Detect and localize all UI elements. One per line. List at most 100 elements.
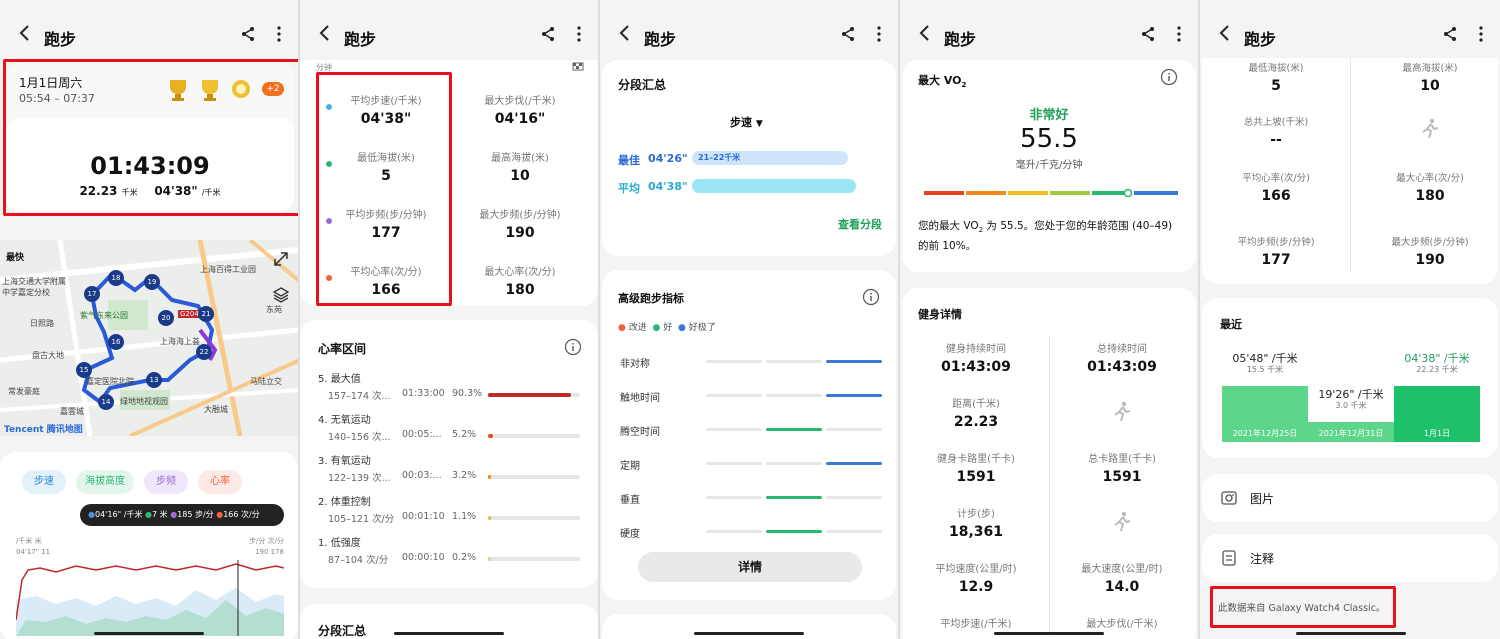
panel-summary: 跑步 1月1日周六 05:54 – 07:37 +2 01:43:09 22.2… bbox=[0, 0, 298, 639]
app-header: 跑步 bbox=[300, 18, 598, 52]
highlight-box bbox=[3, 59, 298, 216]
share-icon[interactable] bbox=[1442, 26, 1458, 42]
notes-row[interactable]: 注释 bbox=[1202, 534, 1498, 582]
more-options-icon[interactable] bbox=[276, 25, 282, 43]
recent-workout[interactable]: 04'38" /千米 22.23 千米 1月1日 bbox=[1394, 298, 1480, 458]
share-icon[interactable] bbox=[1140, 26, 1156, 42]
info-icon[interactable] bbox=[564, 338, 582, 356]
metric-label: 非对称 bbox=[620, 359, 650, 370]
hr-zone-row[interactable]: 4. 无氧运动 140–156 次... 00:05:... 5.2% bbox=[318, 411, 580, 447]
app-header: 跑步 bbox=[1200, 18, 1500, 52]
hr-zone-row[interactable]: 5. 最大值 157–174 次... 01:33:00 90.3% bbox=[318, 370, 580, 406]
detail-label: 平均步速(/千米) bbox=[940, 619, 1012, 630]
next-card-peek bbox=[602, 614, 896, 639]
fitness-details-title: 健身详情 bbox=[918, 308, 962, 321]
metric-label: 硬度 bbox=[620, 529, 640, 540]
fitness-detail-cell: 计步(步) 18,361 bbox=[906, 505, 1046, 540]
axis-right-value: 190 178 bbox=[255, 548, 284, 556]
best-label: 最佳 bbox=[618, 154, 640, 167]
advanced-metric-row[interactable]: 硬度 bbox=[620, 524, 882, 540]
chip-heart-rate[interactable]: 心率 bbox=[198, 470, 242, 494]
back-arrow-icon[interactable] bbox=[914, 22, 936, 44]
map-layers-icon[interactable] bbox=[272, 286, 290, 304]
metric-cell: 最大步频(步/分钟) 190 bbox=[1360, 234, 1500, 268]
share-icon[interactable] bbox=[240, 26, 256, 42]
route-map[interactable]: 最快 上海交通大学附属中学嘉定分校 日照路 紫气东来公园 盘古大地 常发豪庭 嘉… bbox=[0, 240, 298, 436]
advanced-metric-row[interactable]: 定期 bbox=[620, 456, 882, 472]
map-place: 盘古大地 bbox=[32, 351, 64, 360]
level-segment bbox=[706, 394, 762, 397]
advanced-metric-row[interactable]: 腾空时间 bbox=[620, 422, 882, 438]
level-segment bbox=[766, 462, 822, 465]
notes-icon bbox=[1222, 550, 1236, 566]
hr-zone-row[interactable]: 3. 有氧运动 122–139 次... 00:03:... 3.2% bbox=[318, 452, 580, 488]
level-segment bbox=[766, 496, 822, 499]
expand-map-icon[interactable] bbox=[272, 250, 290, 268]
details-button[interactable]: 详情 bbox=[638, 552, 862, 582]
zone-time: 00:03:... bbox=[402, 470, 442, 481]
more-options-icon[interactable] bbox=[876, 25, 882, 43]
page-title: 跑步 bbox=[944, 30, 977, 49]
chip-pace[interactable]: 步速 bbox=[22, 470, 66, 494]
metric-value: -- bbox=[1270, 132, 1282, 148]
zone-name: 3. 有氧运动 bbox=[318, 456, 371, 467]
level-segment bbox=[766, 360, 822, 363]
nav-handle[interactable] bbox=[1296, 632, 1406, 635]
back-arrow-icon[interactable] bbox=[314, 22, 336, 44]
view-segments-link[interactable]: 查看分段 bbox=[838, 216, 882, 232]
level-segment bbox=[826, 360, 882, 363]
detail-label: 平均速度(公里/时) bbox=[935, 564, 1017, 575]
images-row[interactable]: 图片 bbox=[1202, 474, 1498, 522]
notes-label: 注释 bbox=[1250, 552, 1275, 566]
recent-distance: 3.0 千米 bbox=[1335, 401, 1367, 410]
chip-altitude[interactable]: 海拔高度 bbox=[76, 470, 134, 494]
info-icon[interactable] bbox=[862, 288, 880, 306]
route-marker: 16 bbox=[108, 334, 124, 350]
recent-workout[interactable]: 19'26" /千米 3.0 千米 2021年12月31日 bbox=[1308, 298, 1394, 458]
detail-label: 总卡路里(千卡) bbox=[1088, 454, 1156, 465]
zone-bar-track bbox=[488, 557, 580, 561]
level-legend: ● 改进 ● 好 ● 好极了 bbox=[618, 323, 716, 333]
multi-series-chart[interactable] bbox=[16, 560, 284, 636]
tooltip-cadence: 185 步/分 bbox=[177, 510, 214, 519]
metric-value: 10 bbox=[1420, 78, 1440, 94]
fastest-label: 最快 bbox=[6, 253, 25, 263]
map-place: 东苑 bbox=[266, 305, 282, 314]
recent-workout[interactable]: 05'48" /千米 15.5 千米 2021年12月25日 bbox=[1222, 298, 1308, 458]
nav-handle[interactable] bbox=[94, 632, 204, 635]
share-icon[interactable] bbox=[840, 26, 856, 42]
level-segment bbox=[766, 428, 822, 431]
nav-handle[interactable] bbox=[694, 632, 804, 635]
metric-dropdown[interactable]: 步速 ▼ bbox=[730, 114, 763, 130]
hr-zone-row[interactable]: 2. 体重控制 105–121 次/分 00:01:10 1.1% bbox=[318, 493, 580, 529]
hr-zone-row[interactable]: 1. 低强度 87–104 次/分 00:00:10 0.2% bbox=[318, 534, 580, 570]
zone-range: 140–156 次... bbox=[328, 432, 391, 443]
fitness-details-card: 健身详情 健身持续时间 01:43:09 总持续时间 01:43:09 距离(千米) 22… bbox=[902, 288, 1196, 639]
level-segment bbox=[706, 496, 762, 499]
level-segment bbox=[706, 428, 762, 431]
back-arrow-icon[interactable] bbox=[614, 22, 636, 44]
finish-flag-icon bbox=[572, 62, 584, 71]
page-title: 跑步 bbox=[344, 30, 377, 49]
advanced-metric-row[interactable]: 垂直 bbox=[620, 490, 882, 506]
route-marker: 18 bbox=[108, 270, 124, 286]
tooltip-pace: 04'16" /千米 bbox=[94, 510, 143, 519]
map-place: 绿地地视观园 bbox=[120, 397, 168, 406]
share-icon[interactable] bbox=[540, 26, 556, 42]
detail-value: 1591 bbox=[956, 469, 996, 485]
heart-rate-zones-card: 心率区间 5. 最大值 157–174 次... 01:33:00 90.3% 4. 无… bbox=[300, 320, 598, 588]
advanced-metric-row[interactable]: 非对称 bbox=[620, 354, 882, 370]
info-icon[interactable] bbox=[1160, 68, 1178, 86]
more-options-icon[interactable] bbox=[1176, 25, 1182, 43]
back-arrow-icon[interactable] bbox=[14, 22, 36, 44]
chip-cadence[interactable]: 步频 bbox=[144, 470, 188, 494]
back-arrow-icon[interactable] bbox=[1214, 22, 1236, 44]
nav-handle[interactable] bbox=[394, 632, 504, 635]
more-options-icon[interactable] bbox=[1478, 25, 1484, 43]
more-options-icon[interactable] bbox=[576, 25, 582, 43]
nav-handle[interactable] bbox=[994, 632, 1104, 635]
extra-metrics-card: 最低海拔(米) 5 最高海拔(米) 10 总共上坡(千米) -- 平均心率(次/分) 166 最… bbox=[1202, 58, 1498, 284]
advanced-metric-row[interactable]: 触地时间 bbox=[620, 388, 882, 404]
advanced-metrics-title: 高级跑步指标 bbox=[618, 292, 684, 305]
panel-recent: 跑步 最低海拔(米) 5 最高海拔(米) 10 总共上坡(千米) -- 平均心率(次/分) 1… bbox=[1200, 0, 1500, 639]
